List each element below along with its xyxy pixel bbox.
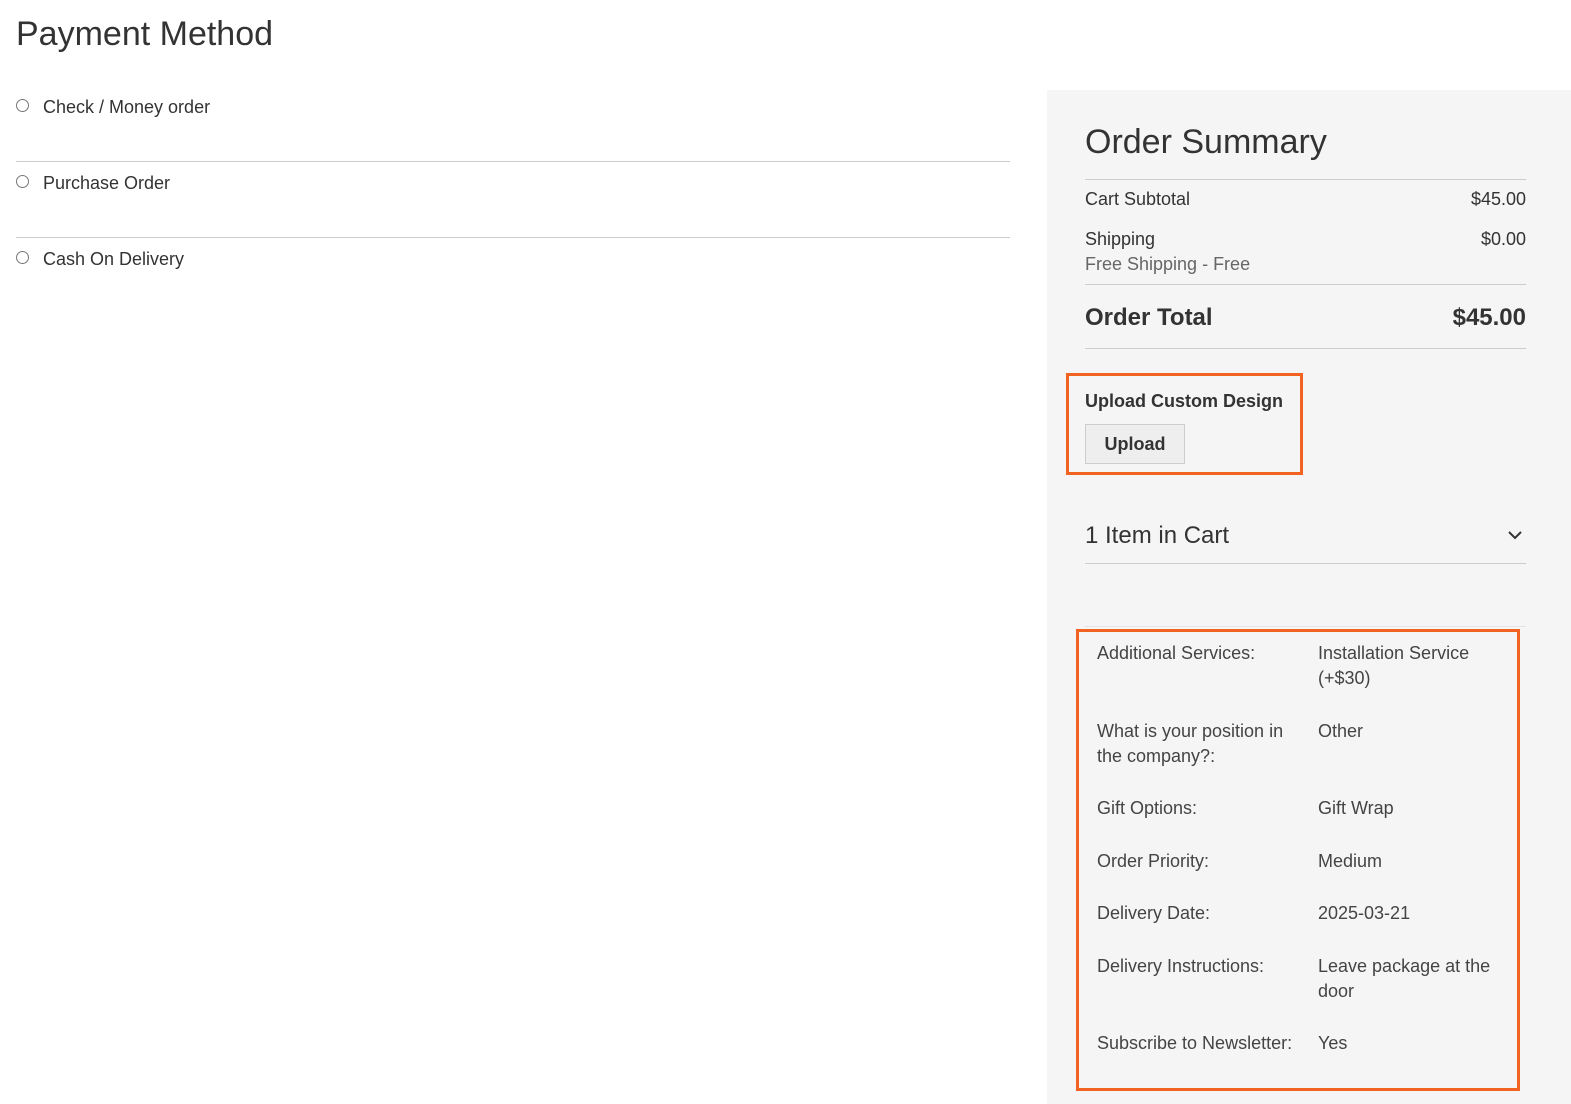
shipping-label: Shipping	[1085, 229, 1156, 249]
shipping-value: $0.00	[1480, 229, 1526, 249]
detail-key: Delivery Date:	[1097, 903, 1211, 923]
order-details-section: Additional Services: Installation Servic…	[1076, 629, 1520, 1091]
shipping-row: Shipping $0.00	[1085, 226, 1526, 252]
order-total-label: Order Total	[1085, 304, 1213, 331]
divider	[1085, 348, 1526, 349]
payment-method-title: Payment Method	[16, 15, 274, 53]
detail-value: 2025-03-21	[1318, 903, 1411, 923]
upload-custom-design-label: Upload Custom Design	[1085, 391, 1284, 411]
payment-option-label[interactable]: Cash On Delivery	[43, 246, 184, 272]
cart-subtotal-label: Cart Subtotal	[1085, 189, 1191, 209]
divider	[1085, 179, 1526, 180]
detail-value: Medium	[1318, 851, 1383, 871]
detail-key: What is your position in the company?:	[1097, 721, 1284, 766]
payment-option-checkmo[interactable]: Check / Money order	[16, 86, 1010, 162]
detail-row-additional-services: Additional Services: Installation Servic…	[1097, 641, 1497, 691]
payment-option-purchaseorder[interactable]: Purchase Order	[16, 162, 1010, 238]
detail-key: Subscribe to Newsletter:	[1097, 1033, 1293, 1053]
detail-value: Installation Service (+$30)	[1318, 643, 1470, 688]
order-total-row: Order Total $45.00	[1085, 302, 1526, 334]
radio-button[interactable]	[16, 99, 29, 112]
upload-button[interactable]: Upload	[1085, 424, 1185, 464]
detail-value: Leave package at the door	[1318, 956, 1491, 1001]
detail-row-order-priority: Order Priority: Medium	[1097, 849, 1497, 874]
detail-key: Additional Services:	[1097, 643, 1256, 663]
detail-value: Other	[1318, 721, 1364, 741]
shipping-method: Free Shipping - Free	[1085, 254, 1251, 274]
payment-option-label[interactable]: Check / Money order	[43, 94, 210, 120]
payment-option-label[interactable]: Purchase Order	[43, 170, 170, 196]
detail-row-delivery-date: Delivery Date: 2025-03-21	[1097, 901, 1497, 926]
order-summary-panel: Order Summary Cart Subtotal $45.00 Shipp…	[1047, 90, 1571, 1104]
cart-subtotal-value: $45.00	[1470, 189, 1526, 209]
divider	[1085, 626, 1526, 627]
detail-key: Delivery Instructions:	[1097, 956, 1265, 976]
payment-option-cashondelivery[interactable]: Cash On Delivery	[16, 238, 1010, 314]
detail-value: Gift Wrap	[1318, 798, 1394, 818]
items-in-cart-toggle[interactable]: 1 Item in Cart	[1085, 518, 1526, 564]
cart-subtotal-row: Cart Subtotal $45.00	[1085, 186, 1526, 212]
upload-custom-design-section: Upload Custom Design Upload	[1066, 373, 1303, 475]
chevron-down-icon[interactable]	[1504, 524, 1526, 546]
divider	[1085, 284, 1526, 285]
detail-row-delivery-instructions: Delivery Instructions: Leave package at …	[1097, 954, 1497, 1004]
detail-value: Yes	[1318, 1033, 1348, 1053]
payment-method-list: Check / Money order Purchase Order Cash …	[16, 86, 1010, 314]
divider	[1085, 563, 1526, 564]
radio-button[interactable]	[16, 251, 29, 264]
order-summary-title: Order Summary	[1085, 123, 1327, 161]
order-total-value: $45.00	[1452, 304, 1526, 331]
detail-row-newsletter: Subscribe to Newsletter: Yes	[1097, 1031, 1497, 1056]
detail-key: Order Priority:	[1097, 851, 1210, 871]
detail-row-gift-options: Gift Options: Gift Wrap	[1097, 796, 1497, 821]
radio-button[interactable]	[16, 175, 29, 188]
items-in-cart-label[interactable]: 1 Item in Cart	[1085, 518, 1229, 554]
detail-row-position: What is your position in the company?: O…	[1097, 719, 1497, 769]
detail-key: Gift Options:	[1097, 798, 1198, 818]
